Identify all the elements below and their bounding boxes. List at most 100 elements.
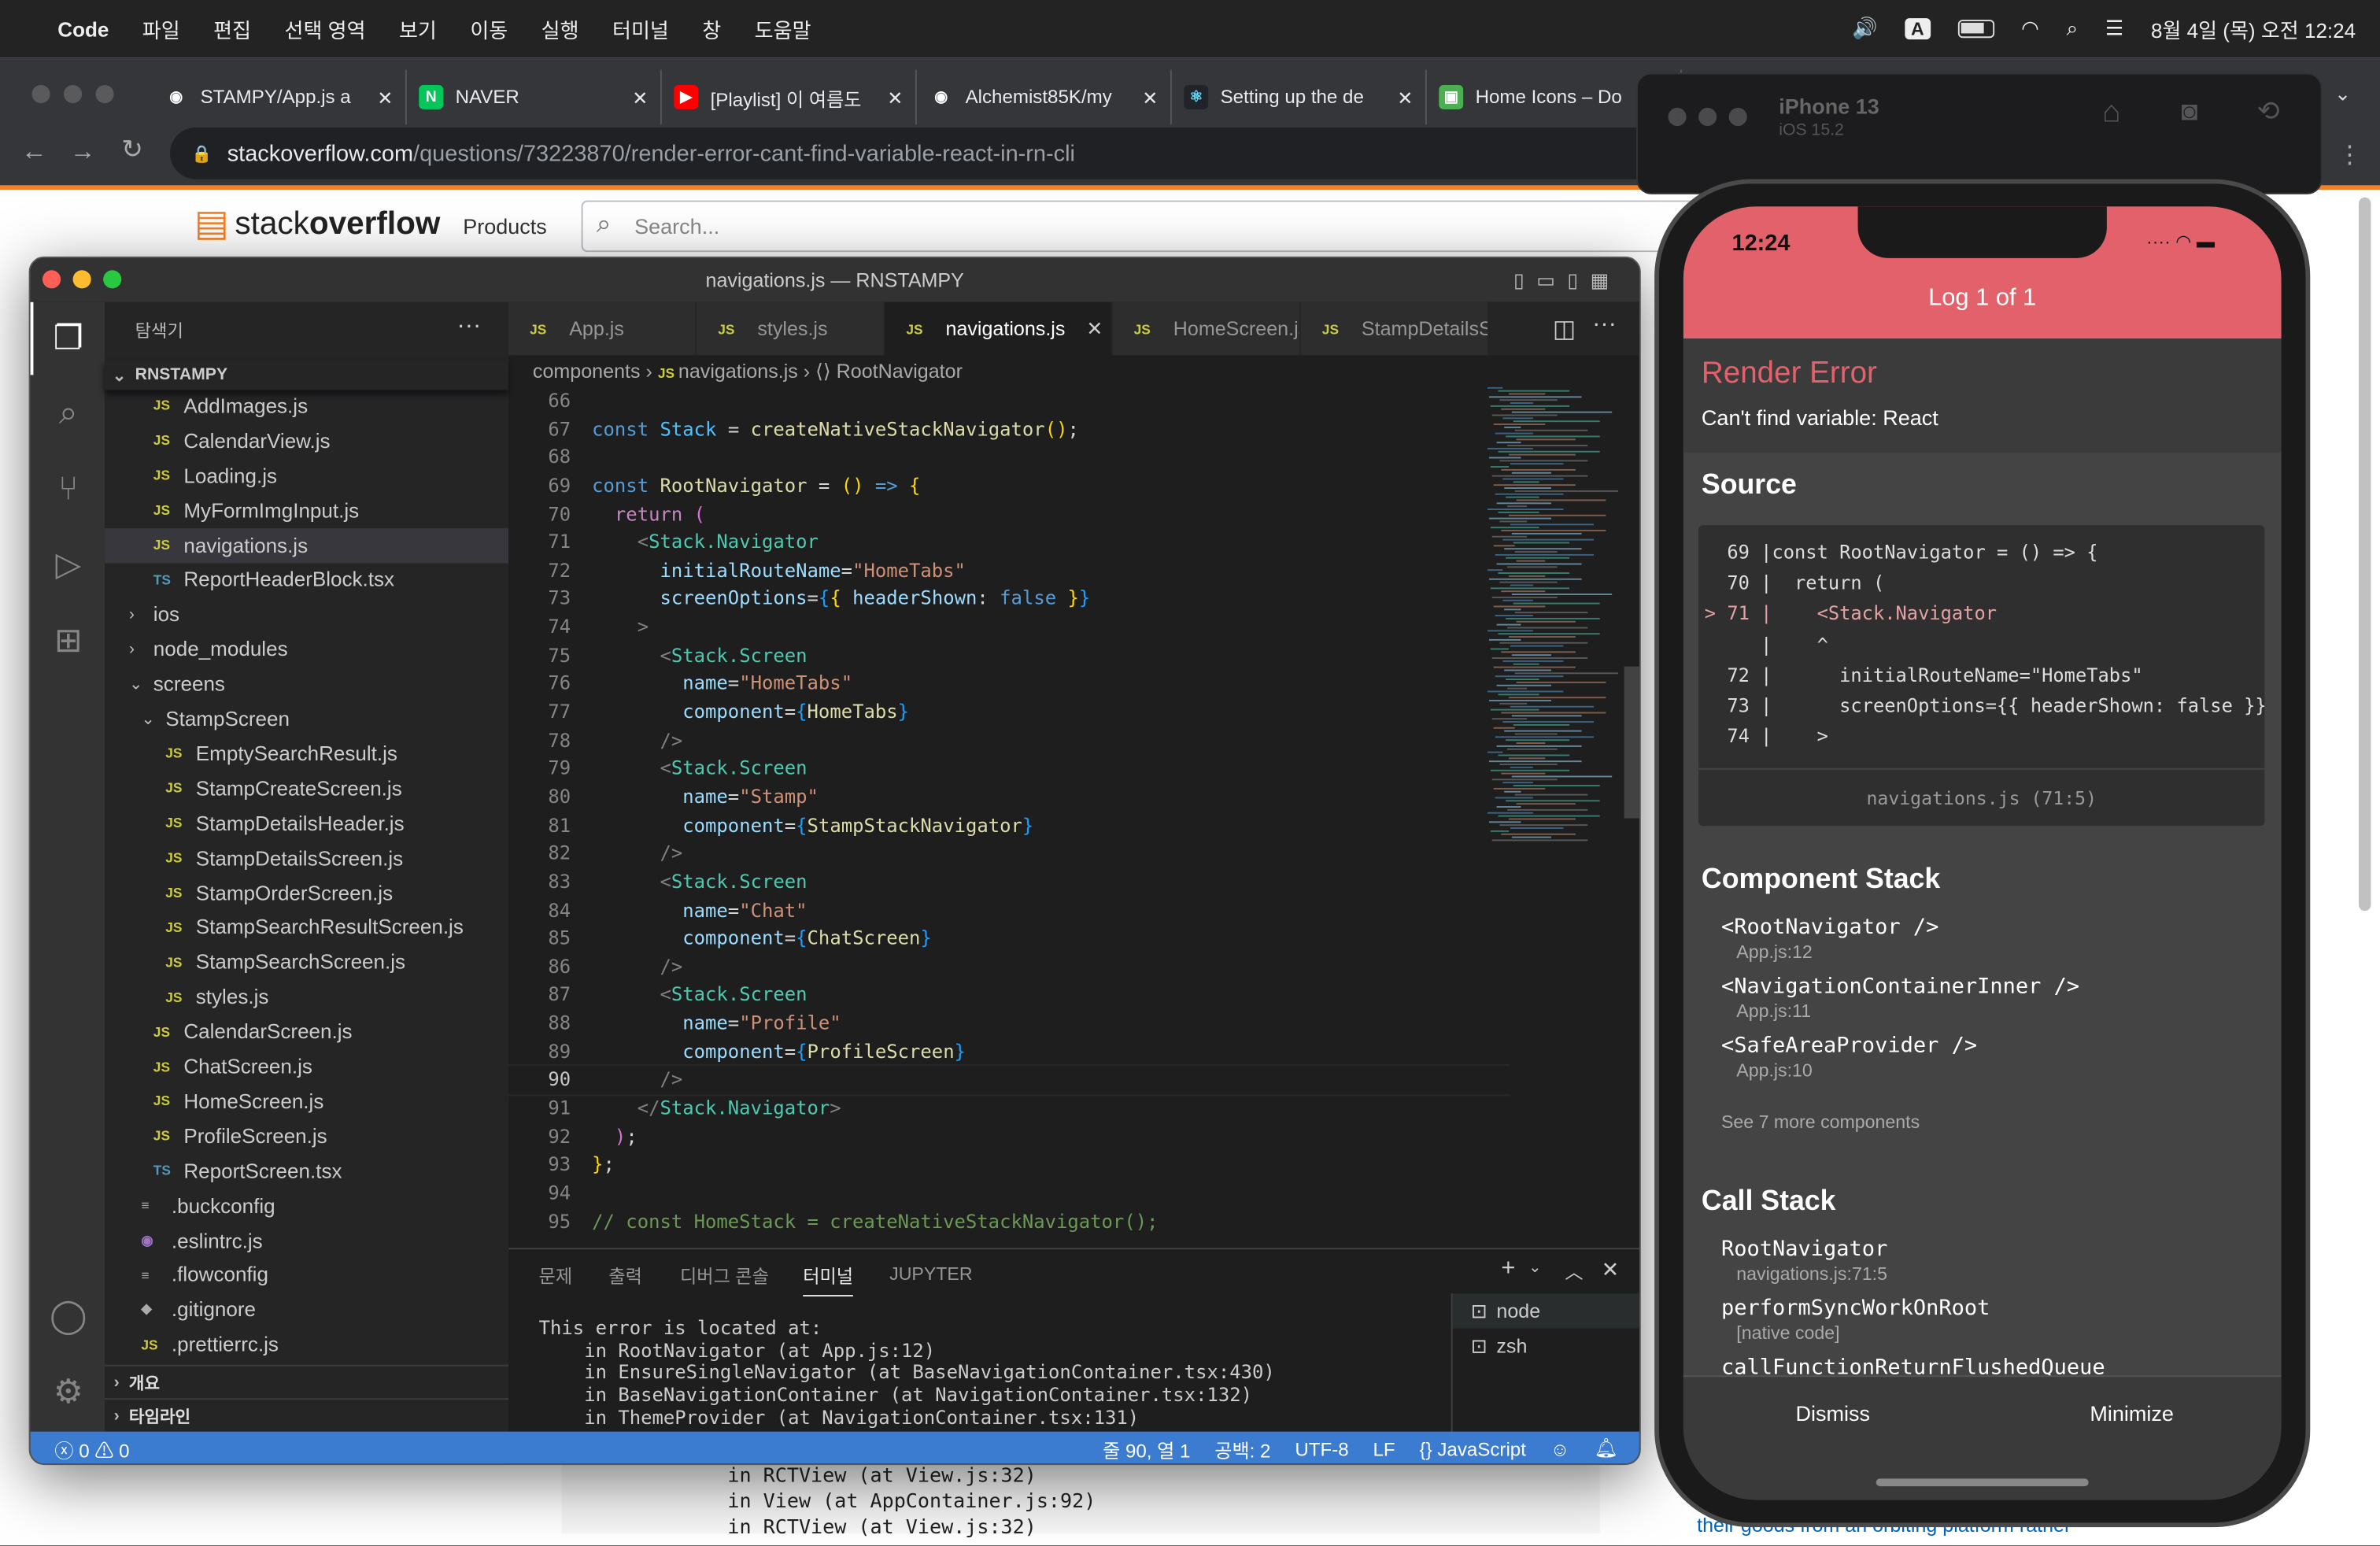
editor-tab[interactable]: JS HomeScreen.js [1112,301,1301,356]
minimize-button[interactable]: Minimize [1983,1401,2282,1426]
code-line[interactable]: 84 name = "Chat" [508,897,1510,925]
code-line[interactable]: 86 /> [508,953,1510,982]
menu-clock[interactable]: 8월 4일 (목) 오전 12:24 [2151,13,2356,44]
browser-tab[interactable]: N NAVER ✕ [407,69,662,125]
menu-item[interactable]: 창 [702,13,721,44]
editor-tab[interactable]: JS StampDetailsS [1300,301,1489,356]
tree-item[interactable]: JS navigations.js [105,527,509,563]
maximize-panel-chevron-up-icon[interactable]: ︿ [1565,1259,1583,1285]
indentation[interactable]: 공백: 2 [1214,1434,1270,1463]
tree-item[interactable]: JS EmptySearchResult.js [105,736,508,771]
split-editor-icon[interactable]: ◫ [1553,314,1576,345]
code-line[interactable]: 83 < Stack.Screen [508,868,1510,897]
tree-item[interactable]: JS .prettierrc.js [105,1327,508,1357]
editor-more-icon[interactable]: ··· [1592,311,1617,338]
browser-tab[interactable]: ◉ STAMPY/App.js a ✕ [152,69,407,125]
see-more-components-link[interactable]: See 7 more components [1721,1111,1920,1133]
tree-item[interactable]: › ios [105,597,508,632]
close-tab-icon[interactable]: ✕ [377,86,393,109]
code-line[interactable]: 88 name = "Profile" [508,1010,1510,1038]
close-window-button[interactable] [1668,107,1687,127]
stackoverflow-logo[interactable]: ▤ stackoverflow [194,202,441,246]
tree-item[interactable]: JS HomeScreen.js [105,1084,508,1119]
battery-icon[interactable] [1957,20,1994,39]
tree-item[interactable]: JS ProfileScreen.js [105,1119,508,1153]
tree-item[interactable]: TS ReportScreen.tsx [105,1153,508,1188]
code-line[interactable]: 76 name = "HomeTabs" [508,670,1510,698]
tree-item[interactable]: JS StampSearchScreen.js [105,945,508,979]
language-mode[interactable]: {} JavaScript [1420,1438,1526,1459]
code-line[interactable]: 81 component ={StampStackNavigator} [508,812,1510,840]
close-tab-icon[interactable]: ✕ [1086,316,1103,341]
editor-tab[interactable]: JS App.js [508,301,697,356]
so-search-input[interactable]: ⌕ Search... [581,200,1705,253]
browser-tab[interactable]: ◉ Alchemist85K/my ✕ [917,69,1172,125]
minimize-window-button[interactable] [1698,107,1717,127]
menu-item[interactable]: 이동 [470,13,508,44]
home-icon[interactable]: ⌂ [2102,95,2120,130]
wifi-icon[interactable]: ◠ [2021,17,2039,41]
panel-tab[interactable]: 문제 [539,1263,573,1289]
tree-item[interactable]: JS StampCreateScreen.js [105,771,508,805]
run-debug-icon[interactable]: ▷ [49,545,88,584]
code-line[interactable]: 91 </Stack.Navigator > [508,1095,1510,1123]
input-source-badge[interactable]: A [1905,18,1931,40]
call-stack-item[interactable]: performSyncWorkOnRoot [native code] [1721,1296,2105,1344]
code-line[interactable]: 75 < Stack.Screen [508,642,1510,670]
tree-item[interactable]: ≡ .flowconfig [105,1258,508,1293]
minimap[interactable] [1487,386,1621,843]
zoom-window-button[interactable] [95,84,114,104]
code-line[interactable]: 92 ); [508,1123,1510,1151]
code-line[interactable]: 95 // const HomeStack = createNativeStack… [508,1208,1510,1236]
products-link[interactable]: Products [463,214,547,239]
minimize-window-button[interactable] [72,270,91,289]
reload-icon[interactable]: ↻ [121,135,142,166]
encoding[interactable]: UTF-8 [1295,1438,1348,1459]
code-line[interactable]: 80 name = "Stamp" [508,783,1510,812]
cursor-position[interactable]: 줄 90, 열 1 [1103,1434,1190,1463]
settings-gear-icon[interactable]: ⚙ [49,1372,88,1411]
tree-item[interactable]: ⌄ StampScreen [105,701,508,736]
browser-tab[interactable]: ⚛ Setting up the de ✕ [1172,69,1427,125]
code-line[interactable]: 73 screenOptions ={{ headerShown: false }… [508,585,1510,613]
tree-item[interactable]: JS StampOrderScreen.js [105,875,508,910]
close-window-button[interactable] [31,84,50,104]
tree-item[interactable]: TS ReportHeaderBlock.tsx [105,562,508,597]
outline-section[interactable]: › 개요 [105,1364,509,1398]
code-line[interactable]: 70 return ( [508,501,1510,529]
spotlight-search-icon[interactable]: ⌕ [2067,17,2079,41]
breadcrumb-item[interactable]: RootNavigator [837,360,963,383]
volume-icon[interactable]: 🔊 [1852,17,1877,41]
terminal-instance[interactable]: ⊡ zsh [1453,1328,1639,1363]
explorer-more-icon[interactable]: ··· [456,313,481,340]
component-stack-item[interactable]: <NavigationContainerInner /> App.js:11 [1721,975,2079,1022]
close-tab-icon[interactable]: ✕ [887,86,903,109]
layout-toggle-icons[interactable]: ▯▭▯▦ [1513,258,1621,302]
terminal-dropdown-chevron-icon[interactable]: ⌄ [1528,1260,1541,1277]
rotate-icon[interactable]: ⟲ [2257,95,2280,127]
code-line[interactable]: 87 < Stack.Screen [508,982,1510,1010]
breadcrumb-item[interactable]: navigations.js [678,360,798,383]
forward-arrow-icon[interactable]: → [70,137,96,168]
explorer-icon[interactable]: ❐ [49,319,88,358]
tree-item[interactable]: ≡ .buckconfig [105,1188,508,1222]
code-line[interactable]: 79 < Stack.Screen [508,755,1510,783]
code-line[interactable]: 77 component ={HomeTabs} [508,698,1510,727]
project-root[interactable]: ⌄ RNSTAMPY [105,360,509,390]
component-stack-item[interactable]: <SafeAreaProvider /> App.js:10 [1721,1034,2079,1081]
call-stack-item[interactable]: RootNavigator navigations.js:71:5 [1721,1237,2105,1285]
code-line[interactable]: 67 const Stack = createNativeStackNavigat… [508,416,1510,444]
code-line[interactable]: 82 /> [508,840,1510,868]
timeline-section[interactable]: › 타임라인 [105,1398,509,1431]
code-line[interactable]: 71 < Stack.Navigator [508,529,1510,557]
code-line[interactable]: 90 /> [508,1064,1510,1097]
browser-menu-icon[interactable]: ⋮ [2338,139,2362,170]
menu-item[interactable]: 선택 영역 [284,13,365,44]
page-scrollbar[interactable] [2358,197,2371,912]
tree-item[interactable]: JS StampDetailsHeader.js [105,805,508,840]
panel-tab[interactable]: 디버그 콘솔 [680,1263,769,1289]
source-control-icon[interactable]: ⑂ [49,469,88,509]
code-line[interactable]: 94 [508,1179,1510,1208]
problems-status[interactable]: ⓧ 0 ⚠ 0 [54,1434,129,1463]
code-line[interactable]: 72 initialRouteName = "HomeTabs" [508,557,1510,585]
